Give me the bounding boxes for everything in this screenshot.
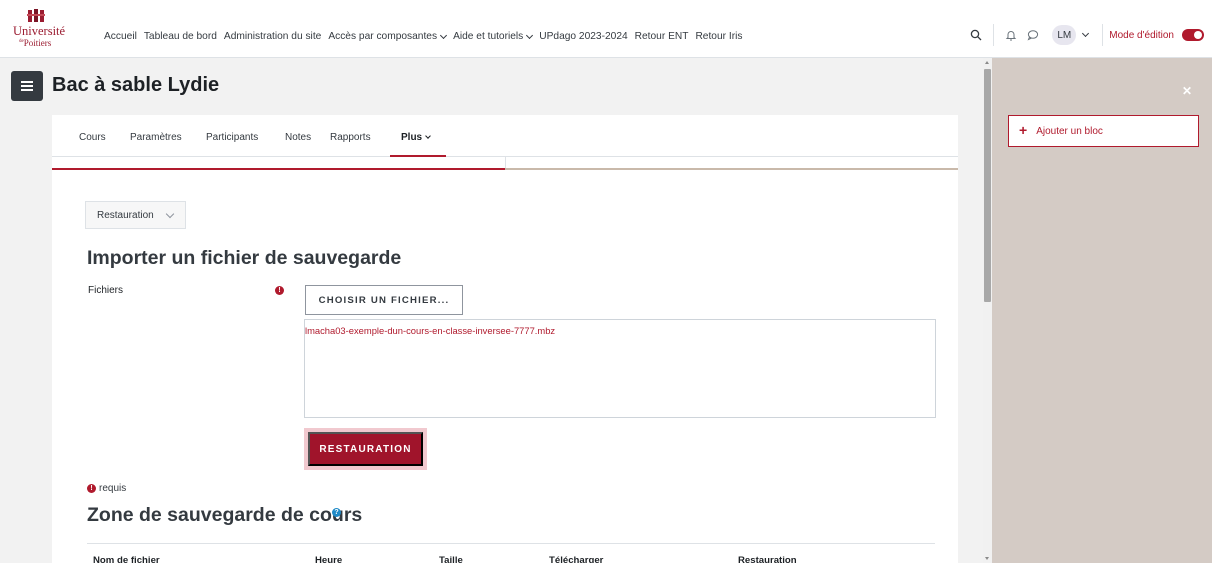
- column-header-restore: Restauration: [738, 555, 797, 563]
- chevron-down-icon: [425, 133, 431, 139]
- column-header-size: Taille: [439, 555, 463, 563]
- scroll-down-icon[interactable]: [985, 557, 989, 560]
- block-drawer: ✕ + Ajouter un bloc: [992, 58, 1212, 563]
- logo-line-1: Université: [13, 24, 66, 38]
- user-avatar[interactable]: LM: [1052, 25, 1077, 45]
- backup-action-select[interactable]: Restauration: [85, 201, 186, 229]
- menu-icon: [21, 81, 33, 91]
- plus-icon: +: [1019, 122, 1028, 138]
- nav-item-retour-iris[interactable]: Retour Iris: [695, 31, 742, 42]
- required-icon: !: [275, 286, 284, 295]
- top-navbar: Université dePoitiers Accueil Tableau de…: [0, 0, 1212, 58]
- close-icon[interactable]: ✕: [1182, 84, 1192, 98]
- selected-filename[interactable]: lmacha03-exemple-dun-cours-en-classe-inv…: [305, 325, 555, 336]
- navbar-divider: [1102, 24, 1104, 46]
- secondary-navigation: Cours Paramètres Participants Notes Rapp…: [52, 115, 958, 157]
- tab-notes[interactable]: Notes: [285, 132, 311, 143]
- bell-icon[interactable]: [1000, 24, 1022, 46]
- chevron-down-icon: [165, 209, 175, 219]
- chevron-down-icon: [526, 31, 534, 39]
- nav-item-tableau-de-bord[interactable]: Tableau de bord: [144, 31, 217, 42]
- crest-icon: [27, 9, 45, 22]
- restore-button[interactable]: RESTAURATION: [308, 432, 423, 466]
- university-logo[interactable]: Université dePoitiers: [13, 9, 65, 51]
- file-drop-area[interactable]: lmacha03-exemple-dun-cours-en-classe-inv…: [304, 319, 936, 418]
- page-title: Bac à sable Lydie: [52, 74, 220, 96]
- add-block-label: Ajouter un bloc: [1036, 125, 1103, 137]
- column-header-time: Heure: [315, 555, 343, 563]
- column-header-download: Télécharger: [549, 555, 604, 563]
- column-header-filename: Nom de fichier: [93, 555, 160, 563]
- tab-parametres[interactable]: Paramètres: [130, 132, 182, 143]
- import-heading: Importer un fichier de sauvegarde: [87, 247, 402, 269]
- nav-item-updago[interactable]: UPdago 2023-2024: [539, 31, 627, 42]
- table-divider: [87, 543, 935, 544]
- tab-cours[interactable]: Cours: [79, 132, 106, 143]
- course-index-toggle[interactable]: [11, 71, 43, 101]
- backup-zone-heading: Zone de sauvegarde de cours: [87, 504, 363, 526]
- logo-line-2: dePoitiers: [19, 38, 52, 48]
- nav-item-aide-tutoriels[interactable]: Aide et tutoriels: [453, 31, 534, 42]
- navbar-right-tools: LM Mode d'édition: [965, 24, 1204, 46]
- page-scrollbar[interactable]: [983, 58, 992, 563]
- main-card: Cours Paramètres Participants Notes Rapp…: [52, 115, 958, 563]
- chevron-down-icon: [440, 31, 448, 39]
- add-block-button[interactable]: + Ajouter un bloc: [1008, 115, 1199, 147]
- nav-item-acces-composantes[interactable]: Accès par composantes: [328, 31, 448, 42]
- help-icon[interactable]: ?: [332, 508, 341, 517]
- files-label: Fichiers: [88, 285, 124, 296]
- edit-mode-label: Mode d'édition: [1109, 29, 1174, 41]
- active-tab-indicator: [390, 155, 446, 157]
- scroll-up-icon[interactable]: [985, 61, 989, 64]
- restore-button-focus-ring: RESTAURATION: [304, 428, 427, 470]
- tab-rapports[interactable]: Rapports: [330, 132, 371, 143]
- chevron-down-icon[interactable]: [1082, 29, 1090, 38]
- required-legend: requis: [99, 483, 127, 494]
- required-icon: !: [87, 484, 96, 493]
- chat-icon[interactable]: [1022, 24, 1044, 46]
- restore-progress-done: [52, 168, 505, 170]
- restore-progress-bar: [52, 168, 958, 170]
- tab-participants[interactable]: Participants: [206, 132, 258, 143]
- nav-item-accueil[interactable]: Accueil: [104, 31, 137, 42]
- select-value: Restauration: [97, 209, 154, 221]
- choose-file-button[interactable]: CHOISIR UN FICHIER...: [305, 285, 463, 315]
- navbar-divider: [993, 24, 995, 46]
- nav-item-administration[interactable]: Administration du site: [224, 31, 321, 42]
- tab-plus[interactable]: Plus: [401, 132, 431, 143]
- progress-divider: [505, 157, 506, 168]
- search-icon[interactable]: [965, 24, 987, 46]
- scroll-thumb[interactable]: [984, 69, 991, 302]
- primary-navigation: Accueil Tableau de bord Administration d…: [104, 31, 749, 42]
- edit-mode-toggle[interactable]: [1182, 29, 1204, 41]
- nav-item-retour-ent[interactable]: Retour ENT: [635, 31, 689, 42]
